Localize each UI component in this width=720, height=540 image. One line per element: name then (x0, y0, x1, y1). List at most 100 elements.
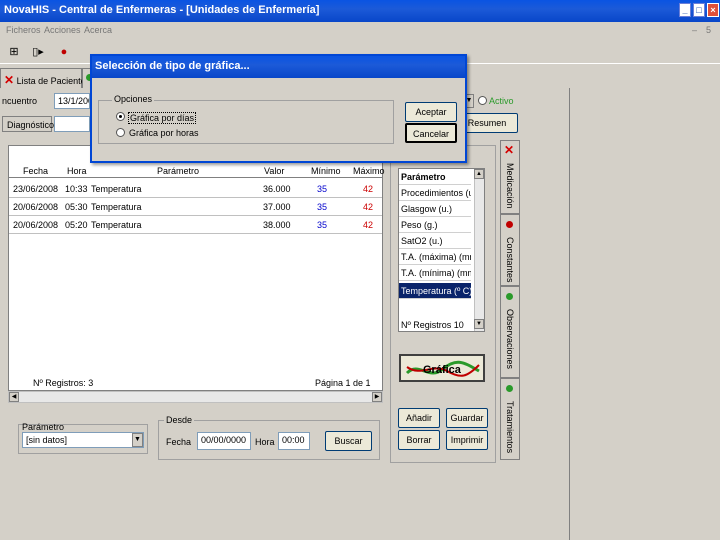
green-dot-icon (506, 293, 513, 300)
buscar-button[interactable]: Buscar (325, 431, 372, 451)
window-title: NovaHIS - Central de Enfermeras - [Unida… (4, 4, 320, 16)
grafica-button[interactable]: Gráfica (399, 354, 485, 382)
resumen-label: Resumen (467, 118, 507, 128)
cell-minimo: 35 (317, 184, 328, 194)
tab-constantes-label: Constantes (505, 237, 515, 283)
parametro-select[interactable]: [sin datos] (22, 432, 144, 448)
scroll-right-icon[interactable]: ▶ (372, 392, 382, 402)
encuentro-label: ncuentro (2, 96, 38, 106)
option-por-horas-label[interactable]: Gráfica por horas (129, 128, 199, 138)
mdi-minimize-button[interactable]: – (692, 25, 697, 35)
menu-acciones[interactable]: Acciones (44, 25, 81, 35)
cell-minimo: 35 (317, 220, 328, 230)
cell-fecha: 23/06/2008 (13, 184, 59, 194)
list-item[interactable]: T.A. (máxima) (mm (399, 249, 471, 265)
buscar-label: Buscar (334, 436, 363, 446)
tab-medicacion-label: Medicación (505, 163, 515, 209)
tab-medicacion[interactable]: ✕ Medicación (500, 140, 520, 214)
accept-button[interactable]: Aceptar (405, 102, 457, 122)
header-maximo[interactable]: Máximo (353, 166, 385, 176)
cell-parametro: Temperatura (91, 220, 142, 230)
options-group-label: Opciones (112, 94, 155, 104)
list-item[interactable]: Procedimientos (u.) (399, 185, 471, 201)
menu-ficheros[interactable]: Ficheros (6, 25, 41, 35)
cell-maximo: 42 (363, 184, 374, 194)
cell-maximo: 42 (363, 220, 374, 230)
desde-group-label: Desde (164, 415, 195, 425)
cell-parametro: Temperatura (91, 202, 142, 212)
header-parametro[interactable]: Parámetro (157, 166, 199, 176)
cancel-button[interactable]: Cancelar (405, 123, 457, 143)
header-hora[interactable]: Hora (67, 166, 87, 176)
diagnostico-label: Diagnóstico (2, 116, 54, 132)
parameter-list-scrollbar[interactable]: ▲ ▼ (474, 169, 484, 331)
activo-radio[interactable] (478, 96, 487, 105)
cell-valor: 37.000 (263, 202, 291, 212)
header-fecha[interactable]: Fecha (23, 166, 48, 176)
list-item[interactable]: Glasgow (u.) (399, 201, 471, 217)
list-item[interactable]: T.A. (mínima) (mm- (399, 265, 471, 281)
cancel-label: Cancelar (412, 129, 450, 139)
parametro-dropdown-arrow-icon[interactable]: ▼ (132, 433, 143, 447)
mdi-restore-button[interactable]: 5 (706, 25, 711, 35)
list-item[interactable]: Peso (g.) (399, 217, 471, 233)
close-button[interactable]: × (707, 3, 719, 17)
table-row[interactable]: 20/06/2008 05:20 Temperatura 38.000 35 4… (9, 216, 382, 234)
tree-icon[interactable]: ⊞ (6, 44, 22, 60)
option-por-dias-label[interactable]: Gráfica por días (128, 112, 197, 124)
alarm-bell-icon[interactable]: ● (56, 44, 72, 60)
parameter-list[interactable]: Parámetro Procedimientos (u.) Glasgow (u… (398, 168, 485, 332)
guardar-button[interactable]: Guardar (446, 408, 488, 428)
close-tab-icon[interactable]: ✕ (504, 143, 514, 157)
minimize-button[interactable]: _ (679, 3, 691, 17)
window-title-bar[interactable]: NovaHIS - Central de Enfermeras - [Unida… (0, 0, 720, 22)
records-grid: Fecha Hora Parámetro Valor Mínimo Máximo… (8, 145, 385, 391)
cell-hora: 05:20 (65, 220, 88, 230)
menu-acerca[interactable]: Acerca (84, 25, 112, 35)
borrar-button[interactable]: Borrar (398, 430, 440, 450)
tab-lista-pacientes[interactable]: ✕ Lista de Pacientes (0, 68, 90, 88)
tab-observaciones-label: Observaciones (505, 309, 515, 370)
red-dot-icon (506, 221, 513, 228)
header-valor[interactable]: Valor (264, 166, 284, 176)
imprimir-label: Imprimir (450, 435, 484, 445)
green-dot-icon (506, 385, 513, 392)
tab-tratamientos-label: Tratamientos (505, 401, 515, 454)
guardar-label: Guardar (450, 413, 484, 423)
radio-por-dias[interactable] (116, 112, 125, 121)
imprimir-button[interactable]: Imprimir (446, 430, 488, 450)
grid-header-row: Fecha Hora Parámetro Valor Mínimo Máximo (9, 166, 385, 178)
radio-por-horas[interactable] (116, 128, 125, 137)
scroll-up-icon[interactable]: ▲ (474, 169, 484, 179)
cell-valor: 38.000 (263, 220, 291, 230)
pagina-indicator: Página 1 de 1 (315, 378, 371, 388)
fecha-label: Fecha (166, 437, 192, 447)
header-minimo[interactable]: Mínimo (311, 166, 341, 176)
tab-tratamientos[interactable]: Tratamientos (500, 378, 520, 460)
maximize-button[interactable]: □ (693, 3, 705, 17)
list-item-selected[interactable]: Temperatura (º C) (399, 283, 471, 299)
scroll-down-icon[interactable]: ▼ (474, 319, 484, 329)
table-row[interactable]: 20/06/2008 05:30 Temperatura 37.000 35 4… (9, 198, 382, 216)
table-row[interactable]: 23/06/2008 10:33 Temperatura 36.000 35 4… (9, 180, 382, 198)
grid-horizontal-scrollbar[interactable]: ◀ ▶ (8, 391, 383, 403)
anadir-button[interactable]: Añadir (398, 408, 440, 428)
cell-minimo: 35 (317, 202, 328, 212)
scroll-left-icon[interactable]: ◀ (9, 392, 19, 402)
door-exit-icon[interactable]: ▯▸ (30, 44, 46, 60)
parameter-registros: Nº Registros 10 (401, 320, 464, 330)
encuentro-field[interactable]: 13/1/200 (54, 93, 90, 109)
list-item[interactable]: SatO2 (u.) (399, 233, 471, 249)
cell-hora: 05:30 (65, 202, 88, 212)
tab-label: Lista de Pacientes (16, 76, 91, 86)
parameter-list-header: Parámetro (399, 169, 471, 185)
tab-constantes[interactable]: Constantes (500, 214, 520, 286)
cell-fecha: 20/06/2008 (13, 220, 59, 230)
close-tab-icon[interactable]: ✕ (4, 73, 14, 87)
tab-observaciones[interactable]: Observaciones (500, 286, 520, 378)
diagnostico-field[interactable] (54, 116, 90, 132)
grafica-label: Gráfica (423, 364, 461, 376)
cell-fecha: 20/06/2008 (13, 202, 59, 212)
fecha-input[interactable]: 00/00/0000 (197, 432, 251, 450)
hora-input[interactable]: 00:00 (278, 432, 310, 450)
